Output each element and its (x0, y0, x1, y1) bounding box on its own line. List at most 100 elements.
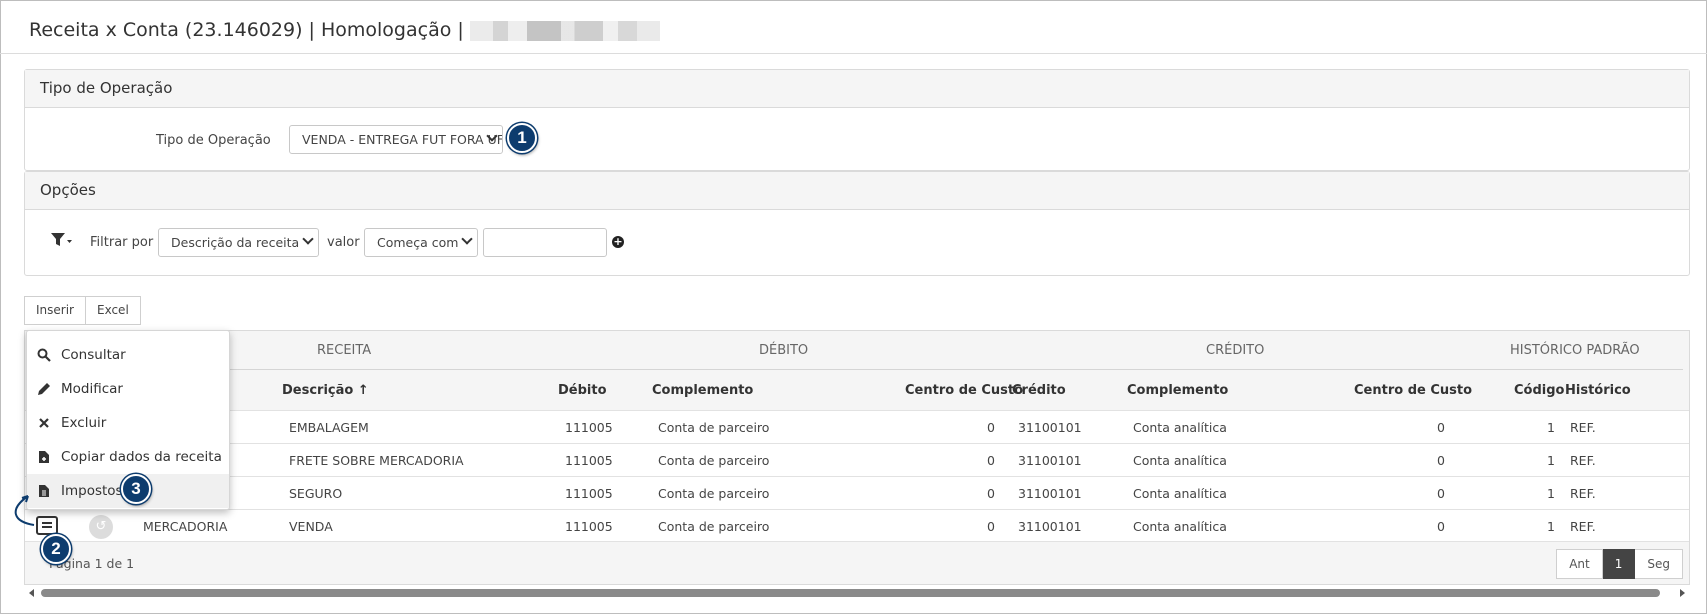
pager-next-button[interactable]: Seg (1635, 549, 1683, 579)
cell-debito: 111005 (565, 519, 613, 534)
cell-credito: 31100101 (1018, 453, 1082, 468)
cell-codigo: 1 (1547, 453, 1555, 468)
cell-codigo: 1 (1547, 486, 1555, 501)
horizontal-scrollbar[interactable] (24, 586, 1690, 600)
callout-badge-3: 3 (121, 474, 151, 504)
col-header-centro-custo-debito[interactable]: Centro de Custo (905, 383, 1023, 398)
cell-descricao: EMBALAGEM (289, 420, 369, 435)
menu-item-consultar[interactable]: Consultar (27, 338, 229, 372)
menu-item-label: Impostos (61, 483, 123, 499)
cell-complemento-credito: Conta analítica (1133, 486, 1227, 501)
table-row[interactable]: SEGURO 111005 Conta de parceiro 0 311001… (25, 476, 1689, 509)
menu-item-modificar[interactable]: Modificar (27, 372, 229, 406)
col-header-debito[interactable]: Débito (558, 383, 607, 398)
receita-conta-table: RECEITA DÉBITO CRÉDITO HISTÓRICO PADRÃO … (24, 330, 1690, 585)
add-filter-icon[interactable]: + (612, 236, 624, 248)
cell-historico: REF. (1570, 420, 1596, 435)
filter-value-input[interactable] (483, 228, 607, 257)
search-icon (37, 348, 51, 362)
chevron-down-icon (302, 233, 314, 245)
menu-item-label: Modificar (61, 381, 123, 397)
chevron-down-icon (461, 233, 473, 245)
page-title-text: Receita x Conta (23.146029) | Homologaçã… (29, 19, 464, 41)
cell-debito: 111005 (565, 420, 613, 435)
col-header-codigo[interactable]: Código (1514, 383, 1564, 398)
cell-codigo: 1 (1547, 420, 1555, 435)
valor-select-value: Começa com (377, 235, 459, 250)
col-header-historico[interactable]: Histórico (1565, 383, 1631, 398)
cell-complemento-credito: Conta analítica (1133, 420, 1227, 435)
row-actions-menu-icon[interactable] (36, 516, 58, 535)
cell-codigo: 1 (1547, 519, 1555, 534)
cell-descricao: SEGURO (289, 486, 343, 501)
cell-centro-custo-debito: 0 (987, 486, 995, 501)
cell-complemento-debito: Conta de parceiro (658, 420, 770, 435)
cell-historico: REF. (1570, 453, 1596, 468)
table-row[interactable]: ↺ MERCADORIA VENDA 111005 Conta de parce… (25, 509, 1689, 542)
col-header-complemento-debito[interactable]: Complemento (652, 383, 753, 398)
menu-item-label: Copiar dados da receita (61, 449, 222, 465)
page-header: Receita x Conta (23.146029) | Homologaçã… (0, 0, 1707, 54)
valor-select[interactable]: Começa com (364, 228, 478, 257)
cell-centro-custo-debito: 0 (987, 420, 995, 435)
scrollbar-thumb[interactable] (41, 589, 1660, 597)
col-header-descricao[interactable]: Descrição ↑ (282, 383, 369, 398)
table-row[interactable]: EMBALAGEM 111005 Conta de parceiro 0 311… (25, 410, 1689, 443)
cell-tipo: MERCADORIA (143, 519, 228, 534)
filtrar-por-select[interactable]: Descrição da receita (158, 228, 319, 257)
cell-complemento-debito: Conta de parceiro (658, 486, 770, 501)
page-title: Receita x Conta (23.146029) | Homologaçã… (29, 19, 660, 41)
filtrar-por-label: Filtrar por (90, 235, 154, 250)
scroll-left-icon[interactable] (29, 589, 34, 597)
cell-debito: 111005 (565, 453, 613, 468)
menu-item-copiar-dados[interactable]: Copiar dados da receita (27, 440, 229, 474)
cell-credito: 31100101 (1018, 519, 1082, 534)
cell-descricao: FRETE SOBRE MERCADORIA (289, 453, 464, 468)
inserir-button[interactable]: Inserir (24, 296, 86, 325)
col-header-complemento-credito[interactable]: Complemento (1127, 383, 1228, 398)
cell-complemento-credito: Conta analítica (1133, 453, 1227, 468)
table-row[interactable]: FRETE SOBRE MERCADORIA 111005 Conta de p… (25, 443, 1689, 476)
file-text-icon (39, 485, 49, 497)
cell-debito: 111005 (565, 486, 613, 501)
cell-complemento-debito: Conta de parceiro (658, 453, 770, 468)
cell-centro-custo-debito: 0 (987, 519, 995, 534)
cell-centro-custo-debito: 0 (987, 453, 995, 468)
menu-item-label: Consultar (61, 347, 126, 363)
col-header-credito[interactable]: Crédito (1012, 383, 1066, 398)
scroll-right-icon[interactable] (1680, 589, 1685, 597)
pager-page-button[interactable]: 1 (1602, 549, 1636, 579)
table-body: EMBALAGEM 111005 Conta de parceiro 0 311… (25, 410, 1689, 542)
filter-icon[interactable] (51, 232, 73, 248)
group-header-debito: DÉBITO (759, 343, 809, 358)
callout-badge-1: 1 (507, 123, 537, 153)
cell-descricao: VENDA (289, 519, 333, 534)
menu-item-label: Excluir (61, 415, 107, 431)
file-copy-icon (39, 451, 49, 463)
close-icon (39, 418, 49, 428)
cell-complemento-credito: Conta analítica (1133, 519, 1227, 534)
tipo-operacao-panel: Tipo de Operação Tipo de Operação VENDA … (24, 69, 1690, 171)
cell-credito: 31100101 (1018, 420, 1082, 435)
tipo-operacao-panel-title: Tipo de Operação (25, 70, 1689, 108)
cell-credito: 31100101 (1018, 486, 1082, 501)
cell-historico: REF. (1570, 519, 1596, 534)
cell-centro-custo-credito: 0 (1437, 420, 1445, 435)
tipo-operacao-select[interactable]: VENDA - ENTREGA FUT FORA UF (289, 125, 503, 154)
cell-centro-custo-credito: 0 (1437, 453, 1445, 468)
group-divider (1465, 369, 1683, 370)
pagination: Ant 1 Seg (1556, 549, 1683, 579)
cell-centro-custo-credito: 0 (1437, 486, 1445, 501)
filtrar-por-select-value: Descrição da receita (171, 235, 300, 250)
col-header-centro-custo-credito[interactable]: Centro de Custo (1354, 383, 1472, 398)
valor-label: valor (327, 235, 360, 250)
excel-button[interactable]: Excel (85, 296, 141, 325)
restore-icon[interactable]: ↺ (89, 515, 113, 539)
redacted-client-name (469, 20, 660, 41)
pencil-icon (38, 383, 50, 395)
group-divider (215, 369, 565, 370)
pager-prev-button[interactable]: Ant (1556, 549, 1603, 579)
tipo-operacao-label: Tipo de Operação (156, 133, 271, 148)
menu-item-excluir[interactable]: Excluir (27, 406, 229, 440)
group-header-historico: HISTÓRICO PADRÃO (1510, 343, 1640, 358)
